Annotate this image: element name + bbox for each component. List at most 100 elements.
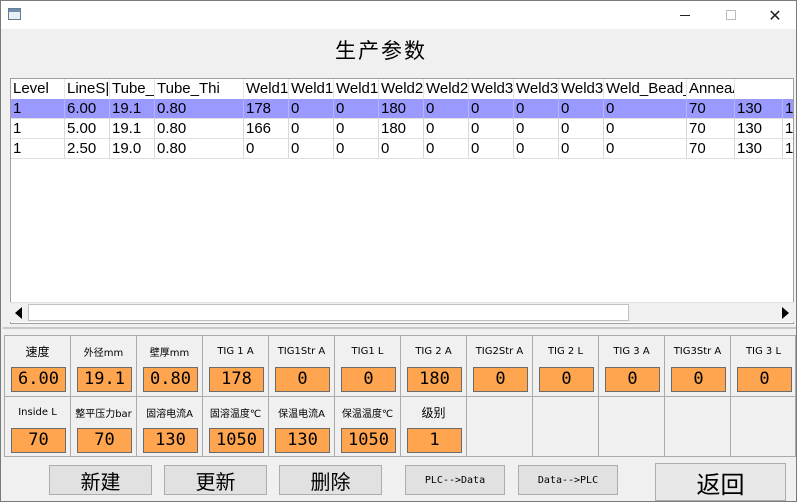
grid-header-cell[interactable]: Weld1 [289,79,334,99]
delete-button[interactable]: 删除 [279,465,382,495]
param-value-field[interactable]: 0 [539,367,594,392]
grid-cell[interactable]: 0.80 [155,99,244,119]
grid-cell[interactable]: 0 [334,99,379,119]
grid-header-cell[interactable]: Weld1 [244,79,289,99]
grid-cell[interactable]: 0 [334,139,379,159]
grid-cell[interactable]: 70 [687,99,735,119]
grid-cell[interactable]: 0.80 [155,119,244,139]
scroll-left-button[interactable] [10,303,27,322]
back-button[interactable]: 返回 [655,463,786,501]
grid-header-cell[interactable]: LineS| [65,79,110,99]
grid-header-cell[interactable]: Weld_Bead_ [604,79,687,99]
grid-cell[interactable]: 1 [783,99,793,119]
grid-cell[interactable]: 1 [11,99,65,119]
grid-header-cell[interactable]: Weld2 [379,79,424,99]
minimize-button[interactable] [662,1,708,29]
param-value-field[interactable]: 178 [209,367,264,392]
param-value-field[interactable]: 0 [473,367,528,392]
grid-cell[interactable]: 1 [783,119,793,139]
param-value-field[interactable]: 19.1 [77,367,132,392]
grid-cell[interactable]: 130 [735,139,783,159]
horizontal-scrollbar[interactable] [10,302,794,322]
grid-cell[interactable]: 1 [11,139,65,159]
grid-cell[interactable]: 0 [469,139,514,159]
grid-cell[interactable]: 0 [289,119,334,139]
scroll-thumb[interactable] [28,304,629,321]
grid-cell[interactable]: 0 [604,139,687,159]
maximize-button[interactable] [708,1,754,29]
param-label: 固溶温度℃ [209,408,262,420]
production-params-grid[interactable]: Level LineS| Tube_ Tube_Thi Weld1 Weld1 Weld1 W… [10,78,794,324]
grid-header-cell[interactable]: Weld3 [559,79,604,99]
param-value-field[interactable]: 70 [77,428,132,453]
grid-cell[interactable]: 0 [424,139,469,159]
grid-header-cell[interactable]: AnneaA [687,79,735,99]
param-value-field[interactable]: 0.80 [143,367,198,392]
grid-cell[interactable]: 0 [514,99,559,119]
grid-cell[interactable]: 2.50 [65,139,110,159]
grid-header-cell[interactable]: Weld3 [469,79,514,99]
grid-row[interactable]: 1 6.00 19.1 0.80 178 0 0 180 0 0 0 0 0 70 130 1 [11,99,793,119]
close-button[interactable]: ✕ [752,1,797,29]
grid-cell[interactable]: 0 [424,99,469,119]
grid-header-cell[interactable]: Tube_Thi [155,79,244,99]
grid-cell[interactable]: 0 [289,139,334,159]
grid-cell[interactable]: 1 [11,119,65,139]
grid-header-cell[interactable]: Weld1 [334,79,379,99]
grid-header-cell[interactable]: Weld3 [514,79,559,99]
param-value-field[interactable]: 0 [671,367,726,392]
param-value-field[interactable]: 180 [407,367,462,392]
grid-cell[interactable]: 0 [514,139,559,159]
param-value-field[interactable]: 0 [341,367,396,392]
grid-header-cell[interactable]: Tube_ [110,79,155,99]
grid-header-cell[interactable] [735,79,793,99]
param-value-field[interactable]: 130 [275,428,330,453]
param-value-field[interactable]: 1 [407,428,462,453]
plc-to-data-button[interactable]: PLC-->Data [405,465,505,495]
param-value-field[interactable]: 0 [275,367,330,392]
grid-cell[interactable]: 70 [687,119,735,139]
grid-cell[interactable]: 166 [244,119,289,139]
grid-cell[interactable]: 1 [783,139,793,159]
grid-cell[interactable]: 0 [604,99,687,119]
grid-row[interactable]: 1 5.00 19.1 0.80 166 0 0 180 0 0 0 0 0 70 130 1 [11,119,793,139]
grid-cell[interactable]: 0 [289,99,334,119]
grid-cell[interactable]: 0 [379,139,424,159]
param-value-field[interactable]: 0 [737,367,792,392]
param-value-field[interactable]: 6.00 [11,367,66,392]
grid-row[interactable]: 1 2.50 19.0 0.80 0 0 0 0 0 0 0 0 0 70 130 1 [11,139,793,159]
grid-cell[interactable]: 180 [379,119,424,139]
param-value-field[interactable]: 1050 [341,428,396,453]
data-to-plc-button[interactable]: Data-->PLC [518,465,618,495]
grid-cell[interactable]: 0 [559,139,604,159]
grid-cell[interactable]: 0 [559,119,604,139]
grid-cell[interactable]: 6.00 [65,99,110,119]
grid-cell[interactable]: 178 [244,99,289,119]
grid-cell[interactable]: 0 [514,119,559,139]
grid-cell[interactable]: 0.80 [155,139,244,159]
param-value-field[interactable]: 70 [11,428,66,453]
param-value-field[interactable]: 1050 [209,428,264,453]
grid-cell[interactable]: 0 [334,119,379,139]
grid-cell[interactable]: 180 [379,99,424,119]
grid-cell[interactable]: 19.1 [110,119,155,139]
grid-cell[interactable]: 0 [469,99,514,119]
new-button[interactable]: 新建 [49,465,152,495]
scroll-right-button[interactable] [777,303,794,322]
grid-cell[interactable]: 130 [735,99,783,119]
grid-header-cell[interactable]: Weld2 [424,79,469,99]
param-value-field[interactable]: 130 [143,428,198,453]
grid-cell[interactable]: 70 [687,139,735,159]
param-value-field[interactable]: 0 [605,367,660,392]
grid-cell[interactable]: 19.1 [110,99,155,119]
grid-cell[interactable]: 130 [735,119,783,139]
grid-cell[interactable]: 19.0 [110,139,155,159]
grid-cell[interactable]: 0 [244,139,289,159]
grid-cell[interactable]: 5.00 [65,119,110,139]
grid-cell[interactable]: 0 [604,119,687,139]
grid-cell[interactable]: 0 [424,119,469,139]
update-button[interactable]: 更新 [164,465,267,495]
grid-cell[interactable]: 0 [559,99,604,119]
grid-cell[interactable]: 0 [469,119,514,139]
grid-header-cell[interactable]: Level [11,79,65,99]
